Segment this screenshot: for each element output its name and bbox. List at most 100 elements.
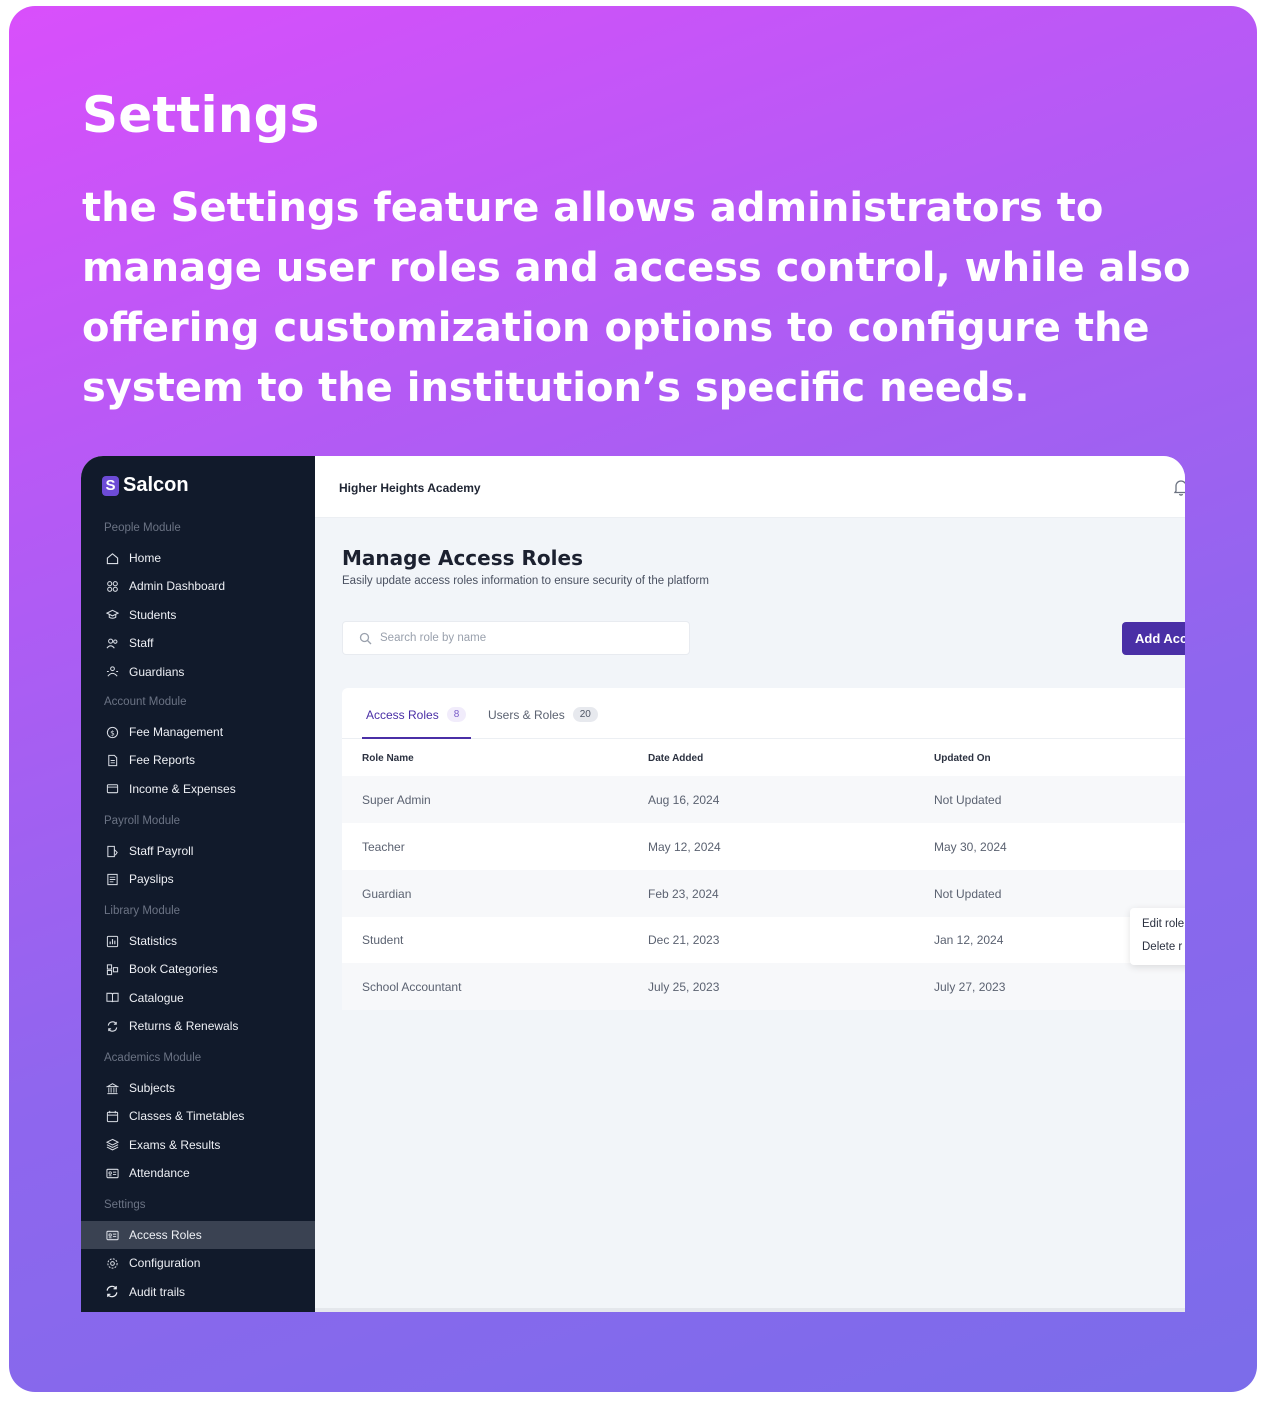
sidebar-item-configuration[interactable]: Configuration (81, 1249, 315, 1277)
sidebar-item-label: Fee Management (129, 725, 224, 739)
svg-text:$: $ (110, 728, 115, 737)
sidebar-item-payslips[interactable]: Payslips (81, 865, 315, 893)
column-header-date-added[interactable]: Date Added (648, 753, 703, 764)
page-title: Manage Access Roles (342, 546, 583, 570)
tab-access-roles[interactable]: Access Roles 8 (366, 707, 467, 722)
table-row[interactable]: Teacher May 12, 2024 May 30, 2024 (342, 823, 1185, 870)
tab-label: Access Roles (366, 707, 439, 722)
sidebar-item-label: Subjects (129, 1081, 176, 1095)
role-name-cell: School Accountant (362, 980, 462, 995)
categories-icon (105, 962, 119, 976)
sidebar-item-label: Statistics (129, 934, 178, 948)
edit-role-menu-item[interactable]: Edit role (1142, 918, 1184, 930)
role-name-cell: Guardian (362, 886, 412, 901)
sidebar-item-home[interactable]: Home (81, 544, 315, 572)
sidebar-section-label: Settings (104, 1199, 146, 1211)
tab-bar: Access Roles 8 Users & Roles 20 (342, 688, 1185, 739)
table-row[interactable]: School Accountant July 25, 2023 July 27, 2… (342, 963, 1185, 1011)
id-card-icon (105, 1166, 119, 1180)
sidebar-item-label: Staff Payroll (129, 844, 194, 858)
dollar-icon: $ (105, 725, 119, 739)
sidebar-item-classes-timetables[interactable]: Classes & Timetables (81, 1102, 315, 1130)
date-added-cell: Feb 23, 2024 (648, 886, 719, 901)
table-row[interactable]: Super Admin Aug 16, 2024 Not Updated (342, 776, 1185, 823)
sidebar-item-subjects[interactable]: Subjects (81, 1074, 315, 1102)
calendar-icon (105, 1109, 119, 1123)
gear-icon (105, 1256, 119, 1270)
sidebar-item-students[interactable]: Students (81, 601, 315, 629)
sidebar-section-label: Library Module (104, 905, 181, 917)
sidebar-item-label: Catalogue (129, 990, 184, 1005)
table-row[interactable]: Guardian Feb 23, 2024 Not Updated (342, 869, 1185, 917)
role-name-cell: Super Admin (362, 793, 431, 807)
delete-role-menu-item[interactable]: Delete r (1142, 941, 1182, 953)
hero-description: the Settings feature allows administrato… (82, 185, 1191, 411)
count-badge: 8 (446, 707, 467, 722)
role-name-cell: Teacher (362, 839, 405, 854)
table-row[interactable]: Student Dec 21, 2023 Jan 12, 2024 (342, 916, 1185, 963)
sidebar-item-label: Guardians (129, 664, 185, 679)
page-subtitle: Easily update access roles information t… (342, 575, 709, 587)
bottom-divider (315, 1308, 1185, 1312)
bell-icon[interactable] (1173, 479, 1185, 496)
layers-icon (105, 1138, 119, 1152)
date-added-cell: July 25, 2023 (648, 980, 720, 995)
sidebar-item-exams-results[interactable]: Exams & Results (81, 1131, 315, 1159)
sidebar-item-staff-payroll[interactable]: Staff Payroll (81, 837, 315, 865)
tab-users-roles[interactable]: Users & Roles 20 (488, 707, 598, 722)
app-screenshot: S Salcon People Module Home Admin Dashboar… (81, 456, 1185, 1312)
sidebar-item-guardians[interactable]: Guardians (81, 658, 315, 686)
roles-table-card: Access Roles 8 Users & Roles 20 Role Nam… (342, 688, 1185, 1011)
sidebar-item-staff[interactable]: Staff (81, 629, 315, 657)
sidebar-item-audit-trails[interactable]: Audit trails (81, 1278, 315, 1306)
search-input[interactable]: Search role by name (342, 621, 690, 655)
sidebar-item-attendance[interactable]: Attendance (81, 1159, 315, 1187)
sidebar-item-fee-management[interactable]: $ Fee Management (81, 718, 315, 746)
graduation-cap-icon (105, 608, 119, 622)
logo[interactable]: S Salcon (102, 474, 189, 497)
role-name-cell: Student (362, 933, 404, 948)
sidebar-item-label: Exams & Results (129, 1137, 221, 1152)
sidebar-item-book-categories[interactable]: Book Categories (81, 955, 315, 983)
add-access-role-button[interactable]: Add Acc (1122, 622, 1185, 655)
logo-text: Salcon (123, 474, 189, 496)
column-header-updated-on[interactable]: Updated On (934, 753, 991, 764)
count-badge: 20 (572, 707, 598, 722)
sidebar-item-label: Staff (129, 636, 154, 651)
search-placeholder: Search role by name (380, 632, 487, 644)
active-tab-indicator (362, 737, 471, 739)
sidebar-item-fee-reports[interactable]: Fee Reports (81, 746, 315, 774)
sidebar-item-label: Payslips (129, 872, 174, 887)
updated-on-cell: May 30, 2024 (934, 839, 1007, 854)
updated-on-cell: Jan 12, 2024 (934, 933, 1004, 948)
date-added-cell: May 12, 2024 (648, 839, 721, 854)
refresh-icon (105, 1019, 119, 1033)
sidebar-item-income-expenses[interactable]: Income & Expenses (81, 775, 315, 803)
sidebar-item-admin-dashboard[interactable]: Admin Dashboard (81, 572, 315, 600)
home-icon (105, 551, 119, 565)
sidebar-item-access-roles[interactable]: Access Roles (81, 1221, 315, 1249)
sidebar-item-label: Fee Reports (129, 753, 196, 768)
payslip-icon (105, 872, 119, 886)
document-icon (105, 753, 119, 767)
sync-icon (105, 1285, 119, 1299)
sidebar-section-label: Account Module (104, 696, 187, 708)
sidebar-item-label: Classes & Timetables (129, 1109, 245, 1124)
sidebar-item-label: Access Roles (129, 1228, 202, 1242)
date-added-cell: Aug 16, 2024 (648, 793, 720, 807)
sidebar-section-label: People Module (104, 522, 181, 534)
sidebar-item-label: Admin Dashboard (129, 579, 226, 594)
payroll-icon (105, 844, 119, 858)
sidebar-section-label: Academics Module (104, 1052, 202, 1064)
sidebar-item-catalogue[interactable]: Catalogue (81, 984, 315, 1012)
sidebar-item-label: Income & Expenses (129, 781, 236, 796)
id-card-icon (105, 1228, 119, 1242)
guardians-icon (105, 665, 119, 679)
sidebar-item-statistics[interactable]: Statistics (81, 927, 315, 955)
column-header-role-name[interactable]: Role Name (362, 753, 414, 764)
date-added-cell: Dec 21, 2023 (648, 933, 720, 948)
sidebar-item-returns-renewals[interactable]: Returns & Renewals (81, 1012, 315, 1040)
sidebar: S Salcon People Module Home Admin Dashboar… (81, 456, 315, 1312)
row-context-menu: Edit role Delete r (1130, 908, 1185, 965)
search-icon (359, 632, 372, 644)
